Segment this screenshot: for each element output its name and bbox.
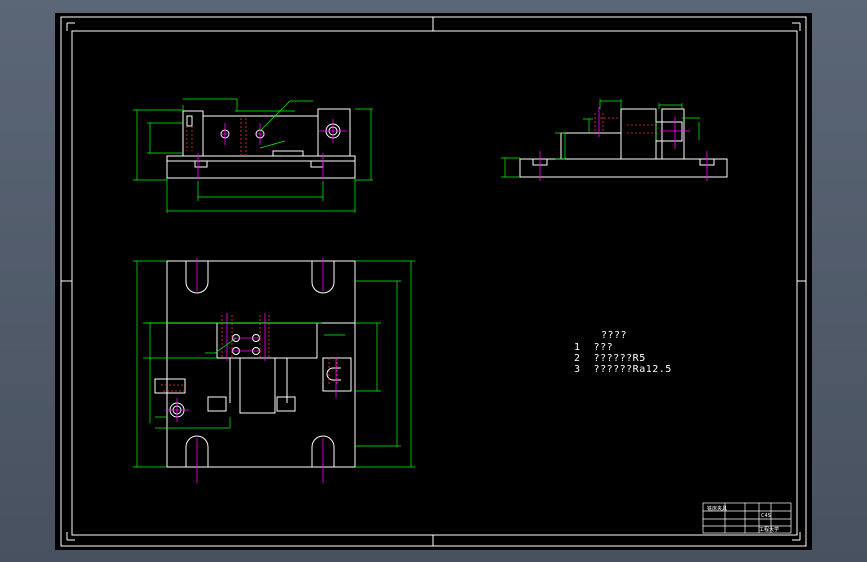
front-view (133, 98, 373, 213)
cad-drawing: 铣床夹具 C4S 工程大学 (60, 16, 807, 547)
top-view (133, 258, 415, 483)
title-block-company: 工程大学 (759, 526, 779, 533)
note-line-2: 2 ??????R5 (574, 353, 646, 364)
title-block-drawing-name: 铣床夹具 (707, 505, 727, 512)
note-line-3: 3 ??????Ra12.5 (574, 364, 672, 375)
title-block-code: C4S (761, 513, 771, 519)
cad-viewport[interactable]: 铣床夹具 C4S 工程大学 ???? 1 ??? 2 ??????R5 3 ??… (55, 13, 812, 550)
side-view (501, 99, 728, 181)
note-line-1: 1 ??? (574, 342, 614, 353)
notes-title: ???? (601, 330, 628, 341)
